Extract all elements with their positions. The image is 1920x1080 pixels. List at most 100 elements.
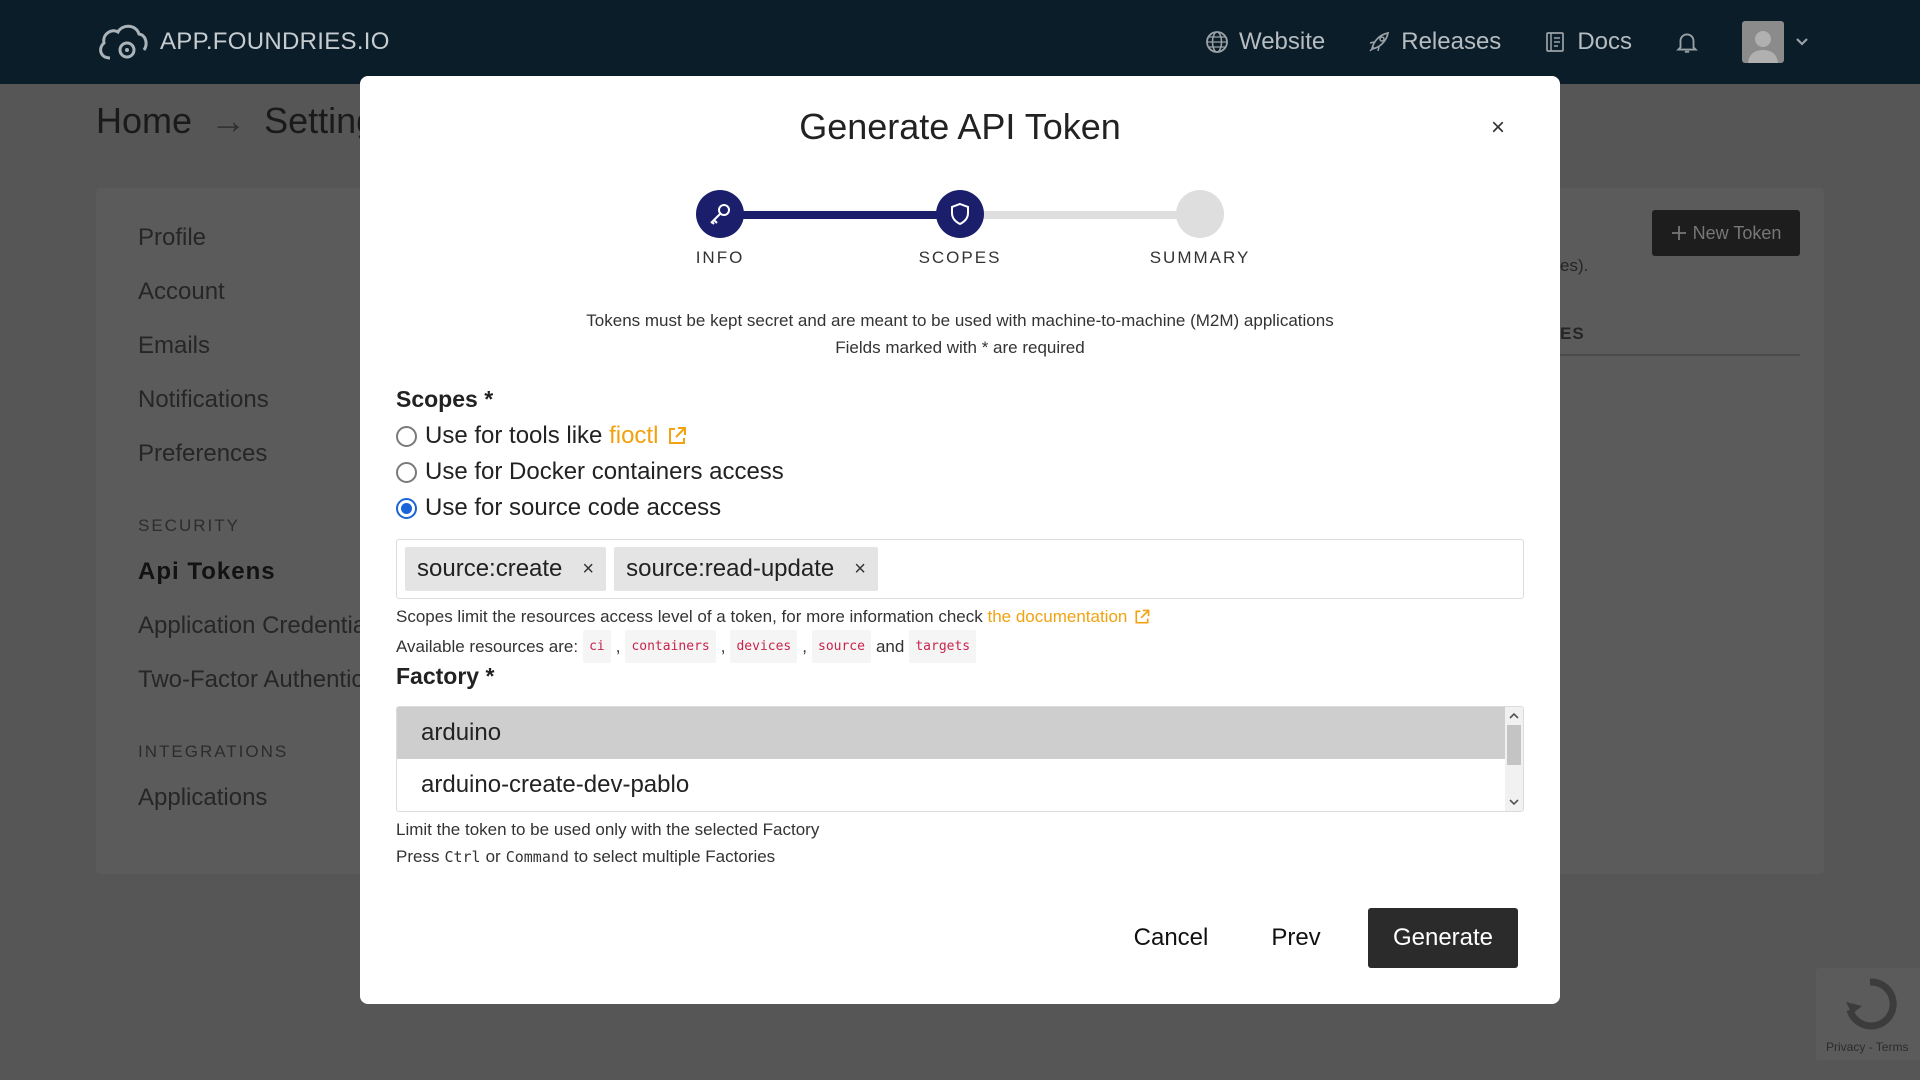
breadcrumb-separator: → [210,100,247,141]
prev-button[interactable]: Prev [1254,908,1338,968]
sidebar-item-api-tokens[interactable]: Api Tokens [138,556,366,610]
resource-separator: , [615,637,621,656]
radio-option-source[interactable]: Use for source code access [396,494,721,522]
breadcrumb-home[interactable]: Home [96,100,192,141]
generate-button[interactable]: Generate [1368,908,1518,968]
factory-option[interactable]: arduino-create-dev-pablo [397,759,1507,811]
nav-releases[interactable]: Releases [1367,28,1501,56]
resource-code: targets [909,630,977,663]
breadcrumb: Home → Setting [96,100,376,142]
radio-source[interactable] [396,497,417,519]
step-label-scopes: SCOPES [918,248,1002,267]
fioctl-link[interactable]: fioctl [609,422,658,450]
factory-option[interactable]: arduino [397,707,1507,759]
external-link-icon[interactable] [1133,608,1151,626]
scopes-help-text: Scopes limit the resources access level … [396,607,988,626]
settings-sidebar: Profile Account Emails Notifications Pre… [138,222,366,836]
generate-token-modal: Generate API Token × INFO SCOPES SUMMARY… [360,76,1560,1004]
scroll-down-icon[interactable] [1509,797,1519,807]
radio-tools[interactable] [396,425,417,447]
stepper: INFO SCOPES SUMMARY [360,182,1560,272]
intro-text: Tokens must be kept secret and are meant… [360,307,1560,361]
sidebar-heading-integrations: INTEGRATIONS [138,742,289,761]
key-ctrl: Ctrl [444,848,481,866]
top-navbar: APP.FOUNDRIES.IO Website Releases Docs [0,0,1920,84]
background-text-fragment: es). [1560,256,1589,275]
cancel-button[interactable]: Cancel [1120,908,1222,968]
sidebar-item-app-credentials[interactable]: Application Credentia [138,610,366,664]
radio-option-docker[interactable]: Use for Docker containers access [396,458,784,486]
intro-line-required: Fields marked with * are required [835,338,1085,357]
sidebar-item-emails[interactable]: Emails [138,330,366,384]
radio-docker[interactable] [396,461,417,483]
cloud-logo-icon [99,24,148,60]
radio-source-label: Use for source code access [425,494,722,521]
resource-separator: , [720,637,726,656]
top-nav: Website Releases Docs [1205,0,1920,84]
factory-help: Limit the token to be used only with the… [396,816,819,871]
scroll-up-icon[interactable] [1509,711,1519,721]
step-connector-done [720,211,960,219]
factory-help-line2: Press Ctrl or Command to select multiple… [396,843,819,871]
step-label-info: INFO [695,248,745,267]
scope-tag: source:create × [405,547,607,591]
recaptcha-badge[interactable]: Privacy - Terms [1816,968,1920,1060]
resources-label: Available resources are: [396,637,579,656]
factory-label: Factory * [396,663,495,689]
bell-icon[interactable] [1674,29,1700,55]
plus-icon [1671,226,1686,240]
radio-option-tools[interactable]: Use for tools like fioctl [396,422,688,450]
sidebar-item-notifications[interactable]: Notifications [138,384,366,438]
key-icon [710,204,730,225]
background-table-header-fragment: ES [1560,324,1585,343]
new-token-label: New Token [1692,222,1782,243]
radio-tools-label: Use for tools like [425,422,610,449]
intro-line-secret: Tokens must be kept secret and are meant… [586,311,1334,330]
factory-select[interactable]: arduino arduino-create-dev-pablo [396,706,1524,812]
scopes-tag-input[interactable]: source:create × source:read-update × [396,539,1524,599]
resource-code: source [812,630,871,663]
scope-tag: source:read-update × [614,547,878,591]
recaptcha-icon [1846,978,1897,1030]
nav-docs[interactable]: Docs [1543,28,1632,56]
step-summary[interactable] [1176,190,1224,238]
globe-icon [1206,31,1228,53]
resource-code: containers [625,630,716,663]
nav-website[interactable]: Website [1205,28,1325,56]
factory-help-rest: to select multiple Factories [573,847,776,866]
remove-tag-icon[interactable]: × [582,558,594,581]
brand-name: APP.FOUNDRIES.IO [160,28,390,55]
nav-website-label: Website [1238,28,1326,55]
chevron-down-icon[interactable] [1794,34,1810,50]
resources-line: Available resources are: ci , containers… [396,630,1151,663]
scopes-help-line: Scopes limit the resources access level … [396,603,1151,630]
step-scopes[interactable] [936,190,984,238]
resource-code: ci [583,630,611,663]
nav-releases-label: Releases [1401,28,1502,55]
scope-tag-label: source:read-update [626,555,835,582]
sidebar-item-two-factor[interactable]: Two-Factor Authentic [138,664,366,718]
sidebar-item-profile[interactable]: Profile [138,222,366,276]
step-info[interactable] [696,190,744,238]
avatar[interactable] [1742,21,1784,63]
scrollbar-thumb[interactable] [1507,725,1521,765]
book-icon [1546,32,1565,52]
remove-tag-icon[interactable]: × [854,558,866,581]
sidebar-item-account[interactable]: Account [138,276,366,330]
external-link-icon[interactable] [666,425,688,447]
modal-title: Generate API Token [799,106,1121,147]
close-icon[interactable]: × [1488,116,1508,140]
factory-help-line1: Limit the token to be used only with the… [396,820,820,839]
listbox-scrollbar[interactable] [1505,707,1523,811]
scopes-help: Scopes limit the resources access level … [396,603,1151,663]
brand[interactable]: APP.FOUNDRIES.IO [96,20,390,64]
resource-code: devices [730,630,798,663]
radio-docker-label: Use for Docker containers access [425,458,784,485]
sidebar-item-preferences[interactable]: Preferences [138,438,366,492]
documentation-link[interactable]: the documentation [987,603,1127,630]
recaptcha-links[interactable]: Privacy - Terms [1826,1040,1908,1054]
sidebar-item-applications[interactable]: Applications [138,782,366,836]
new-token-button[interactable]: New Token [1652,210,1800,256]
factory-help-press: Press [396,847,440,866]
step-connector-pending [960,211,1200,219]
